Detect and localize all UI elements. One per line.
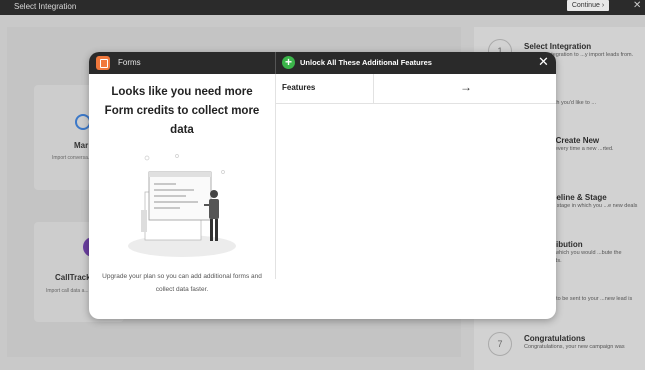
top-bar: Select Integration Continue › ✕ (0, 0, 645, 15)
page-title: Select Integration (14, 2, 77, 11)
upgrade-modal: Forms + Unlock All These Additional Feat… (89, 52, 556, 319)
app-label: Forms (118, 58, 141, 67)
step-item: Congratulations Congratulations, your new… (524, 334, 639, 351)
unlock-title: Unlock All These Additional Features (300, 58, 432, 67)
step-title: Select Integration (524, 42, 592, 51)
features-header: Features (282, 83, 316, 92)
panel-divider (275, 74, 276, 279)
person-with-forms-illustration (128, 154, 236, 257)
integration-name: Mar (74, 141, 89, 150)
upgrade-panel: Looks like you need more Form credits to… (89, 74, 275, 319)
upgrade-subtext: Upgrade your plan so you can add additio… (102, 273, 262, 293)
step-desc: Congratulations, your new campaign was (524, 344, 625, 350)
step-title: Congratulations (524, 334, 586, 343)
upgrade-headline: Looks like you need more Form credits to… (104, 86, 260, 136)
chevron-right-icon: › (601, 2, 605, 9)
column-divider (373, 74, 374, 103)
close-icon[interactable]: ✕ (633, 0, 641, 11)
modal-header: Forms + Unlock All These Additional Feat… (89, 52, 556, 74)
forms-icon (96, 56, 110, 70)
continue-button[interactable]: Continue › (567, 0, 609, 11)
close-icon[interactable]: ✕ (538, 55, 549, 69)
continue-label: Continue (571, 2, 600, 9)
features-table-header: Features → (276, 74, 556, 104)
step-number: 7 (488, 332, 512, 356)
integration-name: CallTrack (55, 273, 91, 282)
header-divider (275, 52, 276, 74)
arrow-right-icon[interactable]: → (460, 80, 472, 94)
plus-circle-icon: + (282, 56, 295, 69)
